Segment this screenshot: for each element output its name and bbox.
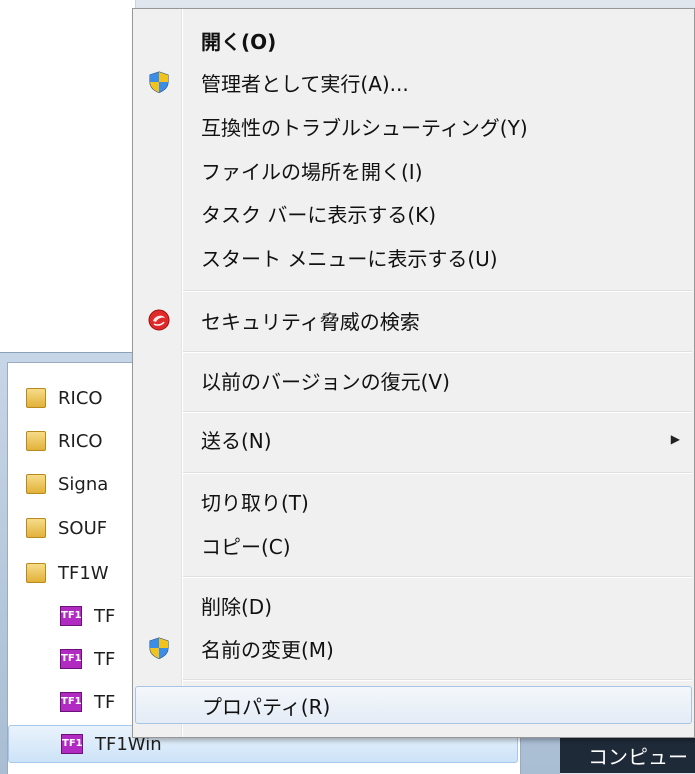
- menu-item-label: 以前のバージョンの復元(V): [201, 369, 450, 394]
- folder-icon: [26, 518, 46, 538]
- menu-item-label: 開く(O): [201, 29, 277, 54]
- program-item-label: TF: [94, 605, 116, 627]
- tf1-app-icon: TF1: [60, 606, 82, 626]
- menu-item-restore-previous-versions[interactable]: 以前のバージョンの復元(V): [133, 361, 694, 399]
- program-item-label: RICO: [58, 387, 103, 409]
- menu-item-rename[interactable]: 名前の変更(M): [133, 629, 694, 667]
- menu-item-cut[interactable]: 切り取り(T): [133, 482, 694, 520]
- tf1-app-icon: TF1: [61, 734, 83, 754]
- menu-item-label: コピー(C): [201, 534, 291, 559]
- menu-item-label: 削除(D): [201, 594, 273, 619]
- menu-item-label: セキュリティ脅威の検索: [201, 309, 420, 334]
- computer-link-label: コンピュー: [588, 745, 688, 769]
- menu-item-open-file-location[interactable]: ファイルの場所を開く(I): [133, 151, 694, 189]
- menu-separator: [183, 472, 692, 474]
- menu-separator: [183, 351, 692, 353]
- computer-link[interactable]: コンピュー: [560, 733, 695, 773]
- menu-item-label: 管理者として実行(A)...: [201, 71, 409, 96]
- menu-item-label: 切り取り(T): [201, 490, 309, 515]
- menu-item-troubleshoot-compatibility[interactable]: 互換性のトラブルシューティング(Y): [133, 107, 694, 145]
- menu-item-label: 互換性のトラブルシューティング(Y): [201, 115, 528, 140]
- program-item-label: SOUF: [58, 517, 108, 539]
- folder-icon: [26, 431, 46, 451]
- menu-item-label: タスク バーに表示する(K): [201, 202, 437, 227]
- start-menu-pinned-area: [0, 0, 136, 352]
- menu-separator: [183, 576, 692, 578]
- menu-item-copy[interactable]: コピー(C): [133, 526, 694, 564]
- uac-shield-icon: [149, 71, 169, 94]
- menu-item-security-scan[interactable]: セキュリティ脅威の検索: [133, 301, 694, 339]
- menu-separator: [183, 411, 692, 413]
- folder-icon: [26, 388, 46, 408]
- menu-item-label: 名前の変更(M): [201, 637, 334, 662]
- menu-item-open[interactable]: 開く(O): [133, 21, 694, 59]
- menu-separator: [183, 679, 692, 681]
- uac-shield-icon: [149, 637, 169, 660]
- menu-item-properties[interactable]: プロパティ(R): [135, 686, 692, 724]
- program-item-label: TF: [94, 691, 116, 713]
- context-menu: 開く(O) 管理者として実行(A)... 互換性のトラブルシューティング(Y) …: [132, 8, 695, 738]
- menu-item-send-to[interactable]: 送る(N) ▶: [133, 420, 694, 458]
- tf1-app-icon: TF1: [60, 692, 82, 712]
- security-scan-icon: [148, 309, 170, 331]
- tf1-app-icon: TF1: [60, 649, 82, 669]
- submenu-arrow-icon: ▶: [670, 432, 680, 446]
- menu-item-pin-to-taskbar[interactable]: タスク バーに表示する(K): [133, 194, 694, 232]
- menu-item-delete[interactable]: 削除(D): [133, 586, 694, 624]
- program-item-label: Signa: [58, 473, 109, 495]
- menu-item-label: スタート メニューに表示する(U): [201, 246, 498, 271]
- folder-icon: [26, 563, 46, 583]
- menu-item-label: ファイルの場所を開く(I): [201, 159, 423, 184]
- menu-item-pin-to-start-menu[interactable]: スタート メニューに表示する(U): [133, 238, 694, 276]
- menu-separator: [183, 290, 692, 292]
- menu-item-label: 送る(N): [201, 428, 272, 453]
- menu-item-run-as-admin[interactable]: 管理者として実行(A)...: [133, 63, 694, 101]
- program-item-label: TF1W: [58, 562, 109, 584]
- program-item-label: TF: [94, 648, 116, 670]
- menu-item-label: プロパティ(R): [202, 694, 331, 719]
- program-item-label: RICO: [58, 430, 103, 452]
- folder-icon: [26, 474, 46, 494]
